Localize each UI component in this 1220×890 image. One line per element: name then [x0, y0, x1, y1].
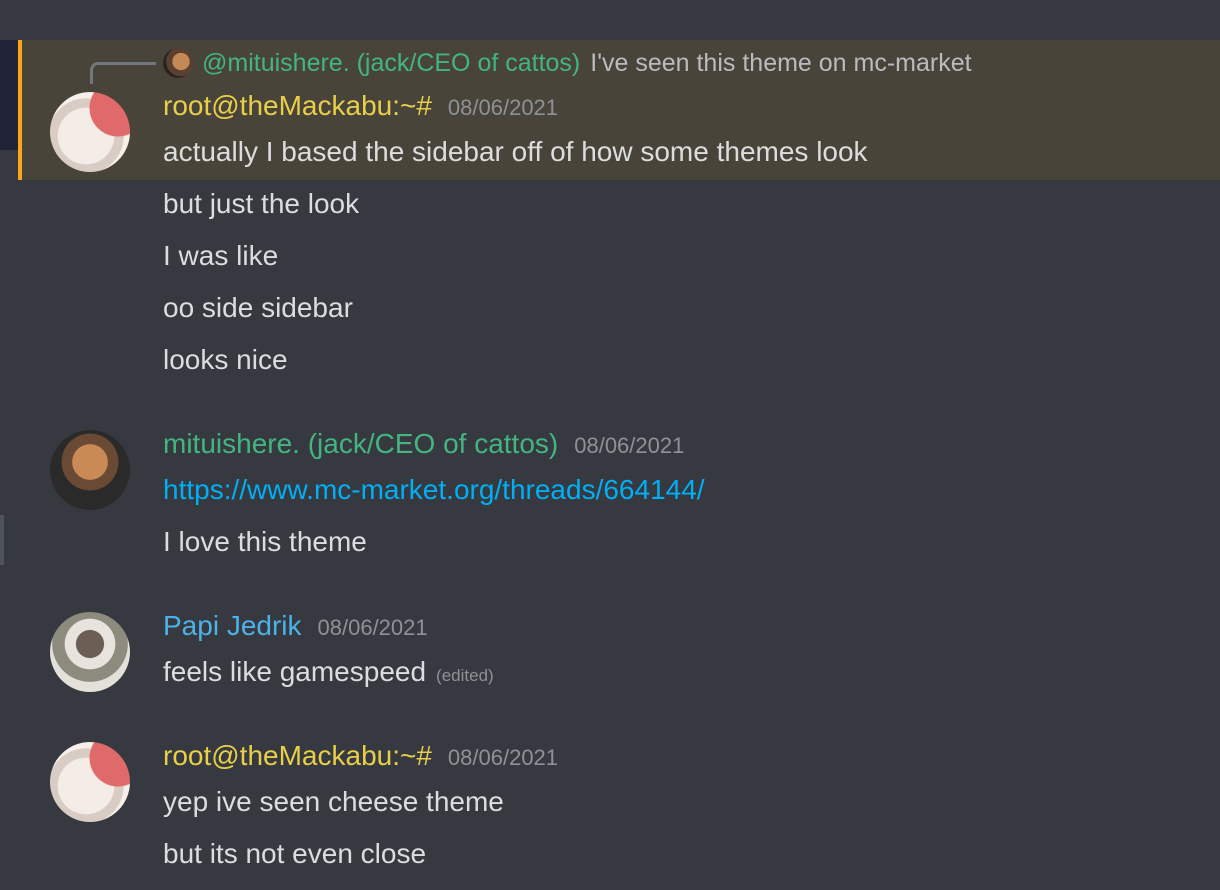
message-text: but its not even close — [163, 838, 427, 869]
author-name[interactable]: Papi Jedrik — [163, 610, 302, 642]
message-text: feels like gamespeed (edited) — [163, 656, 494, 688]
chat-area: @mituishere. (jack/CEO of cattos) I've s… — [18, 0, 1220, 890]
author-name[interactable]: mituishere. (jack/CEO of cattos) — [163, 428, 558, 460]
message-header: Papi Jedrik 08/06/2021 — [163, 610, 428, 642]
timestamp: 08/06/2021 — [447, 95, 559, 120]
reply-preview[interactable]: @mituishere. (jack/CEO of cattos) I've s… — [163, 46, 972, 80]
avatar[interactable] — [50, 92, 130, 172]
author-name[interactable]: root@theMackabu:~# — [163, 90, 432, 122]
mention-bar — [18, 40, 22, 180]
message-text: looks nice — [163, 344, 288, 375]
author-name[interactable]: root@theMackabu:~# — [163, 740, 432, 772]
reply-text[interactable]: I've seen this theme on mc-market — [590, 49, 971, 78]
server-sidebar-edge — [0, 40, 18, 150]
timestamp: 08/06/2021 — [317, 615, 428, 640]
avatar[interactable] — [50, 742, 130, 822]
left-edge — [0, 0, 18, 890]
timestamp: 08/06/2021 — [447, 745, 559, 770]
reply-author-name[interactable]: @mituishere. (jack/CEO of cattos) — [202, 49, 580, 78]
message-text: yep ive seen cheese theme — [163, 786, 504, 817]
message-header: root@theMackabu:~# 08/06/2021 — [163, 90, 558, 122]
reply-avatar[interactable] — [163, 48, 193, 78]
edited-label: (edited) — [436, 666, 494, 685]
message-text: I was like — [163, 240, 279, 271]
message-header: root@theMackabu:~# 08/06/2021 — [163, 740, 558, 772]
reply-spine-icon — [90, 62, 156, 84]
avatar[interactable] — [50, 612, 130, 692]
message-text: actually I based the sidebar off of how … — [163, 136, 868, 167]
timestamp: 08/06/2021 — [574, 433, 685, 458]
message-link[interactable]: https://www.mc-market.org/threads/664144… — [163, 474, 705, 506]
message-text: but just the look — [163, 188, 360, 219]
sidebar-scroll-stub — [0, 515, 4, 565]
message-text: I love this theme — [163, 526, 367, 557]
message-header: mituishere. (jack/CEO of cattos) 08/06/2… — [163, 428, 684, 460]
message-body: feels like gamespeed — [163, 656, 427, 687]
avatar[interactable] — [50, 430, 130, 510]
message-text: oo side sidebar — [163, 292, 353, 323]
